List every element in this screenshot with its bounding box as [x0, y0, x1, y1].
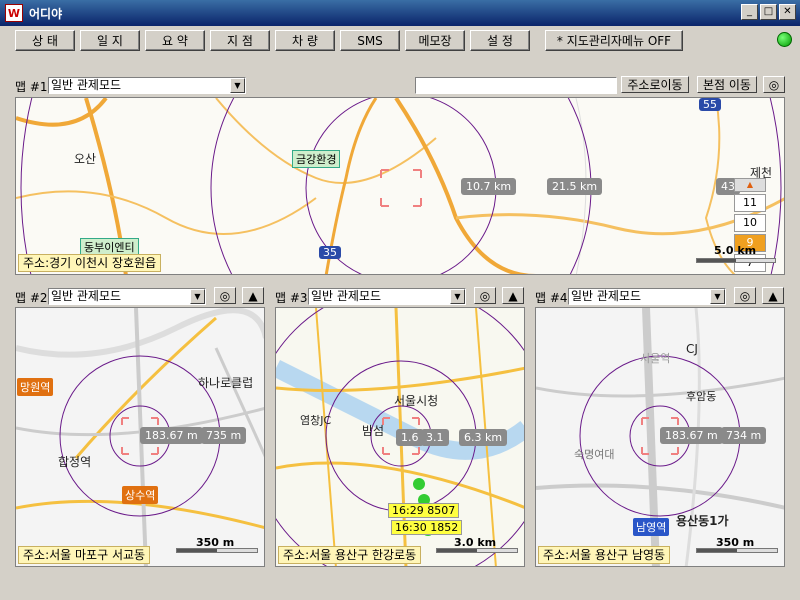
log-button[interactable]: 일 지 — [80, 30, 140, 51]
chevron-down-icon[interactable]: ▼ — [190, 289, 205, 304]
map2-mode-value: 일반 관제모드 — [51, 289, 122, 303]
map4-view[interactable]: CJ 서울역 후암동 숙명여대 남영역 용산동1가 183.67 m 734 m… — [535, 307, 785, 567]
zoom-in-icon[interactable]: ▲ — [734, 178, 766, 192]
map1-label: 맵 #1 — [15, 80, 48, 94]
sms-button[interactable]: SMS — [340, 30, 400, 51]
map3-dist-label-3: 6.3 km — [459, 429, 508, 446]
map4-dist-label-1: 183.67 m — [660, 427, 723, 444]
map2-address: 주소:서울 마포구 서교동 — [18, 546, 151, 564]
map2-dist-label-1: 183.67 m — [140, 427, 203, 444]
map1-scale-text: 5.0 km — [714, 244, 757, 257]
status-bar — [0, 575, 800, 600]
map3-poi-bampo[interactable]: 밤섬 — [362, 422, 384, 439]
connection-status-icon — [777, 32, 792, 47]
triangle-up-icon: ▲ — [768, 288, 778, 303]
target-icon: ◎ — [768, 77, 780, 92]
map3-dist-label-1: 1.6 — [396, 429, 424, 446]
target-icon: ◎ — [739, 288, 751, 303]
map1-poi-gumgang[interactable]: 금강환경 — [292, 150, 341, 168]
map4-mode-select[interactable]: 일반 관제모드 ▼ — [568, 288, 726, 305]
highway-55-shield: 55 — [699, 98, 721, 111]
map4-dist-label-2: 734 m — [721, 427, 767, 444]
map2-toggle-button[interactable]: ▲ — [242, 287, 264, 304]
triangle-up-icon: ▲ — [248, 288, 258, 303]
map1-mode-value: 일반 관제모드 — [51, 78, 122, 92]
map1-address-search-input[interactable] — [415, 77, 617, 94]
map1-address: 주소:경기 이천시 장호원읍 — [18, 254, 162, 272]
map-admin-menu-button[interactable]: * 지도관리자메뉴 OFF — [545, 30, 683, 51]
map3-label: 맵 #3 — [275, 291, 308, 305]
triangle-up-icon: ▲ — [508, 288, 518, 303]
map2-poi-mangwon[interactable]: 망원역 — [17, 378, 54, 396]
map4-toggle-button[interactable]: ▲ — [762, 287, 784, 304]
close-button[interactable]: ✕ — [779, 4, 796, 20]
zoom-level-10[interactable]: 10 — [734, 214, 766, 232]
map1-view[interactable]: 오산 제천 금강환경 동부이엔티 55 35 10.7 km 21.5 km 4… — [15, 97, 785, 275]
memo-button[interactable]: 메모장 — [405, 30, 465, 51]
target-icon: ◎ — [219, 288, 231, 303]
map4-poi-cj[interactable]: CJ — [686, 342, 698, 356]
settings-button[interactable]: 설 정 — [470, 30, 530, 51]
map2-label: 맵 #2 — [15, 291, 48, 305]
vehicle-button[interactable]: 차 량 — [275, 30, 335, 51]
map2-poi-sangsu[interactable]: 상수역 — [122, 486, 159, 504]
map1-dist-label-2: 21.5 km — [547, 178, 603, 195]
move-to-hq-button[interactable]: 본점 이동 — [697, 76, 757, 93]
map1-town-osan: 오산 — [74, 152, 97, 166]
map1-mode-select[interactable]: 일반 관제모드 ▼ — [48, 77, 246, 94]
map2-poi-hapjeong[interactable]: 합정역 — [58, 453, 91, 470]
map4-poi-namyeong[interactable]: 남영역 — [633, 518, 670, 536]
map4-poi-sookmyung[interactable]: 숙명여대 — [574, 446, 614, 462]
map3-view[interactable]: 서울시청 염창JC 밤섬 1.6 3.1 6.3 km 16:29 8507 1… — [275, 307, 525, 567]
map1-target-button[interactable]: ◎ — [763, 76, 785, 93]
chevron-down-icon[interactable]: ▼ — [230, 78, 245, 93]
map4-address: 주소:서울 용산구 남영동 — [538, 546, 671, 564]
map3-poi-cityhall[interactable]: 서울시청 — [394, 392, 438, 409]
map2-poi-hana[interactable]: 하나로클럽 — [198, 374, 253, 391]
map1-scale-bar — [696, 258, 776, 263]
map3-mode-select[interactable]: 일반 관제모드 ▼ — [308, 288, 466, 305]
toolbar: 상 태 일 지 요 약 지 점 차 량 SMS 메모장 설 정 * 지도관리자메… — [0, 27, 800, 59]
map2-mode-select[interactable]: 일반 관제모드 ▼ — [48, 288, 206, 305]
chevron-down-icon[interactable]: ▼ — [710, 289, 725, 304]
map3-mode-value: 일반 관제모드 — [311, 289, 382, 303]
map3-scale-bar — [436, 548, 518, 553]
branch-button[interactable]: 지 점 — [210, 30, 270, 51]
map3-target-button[interactable]: ◎ — [474, 287, 496, 304]
title-bar: W 어디야 _ □ ✕ — [0, 0, 800, 26]
map4-label: 맵 #4 — [535, 291, 568, 305]
map1-dist-label-1: 10.7 km — [461, 178, 517, 195]
map3-toggle-button[interactable]: ▲ — [502, 287, 524, 304]
app-logo-icon: W — [5, 4, 23, 22]
zoom-level-11[interactable]: 11 — [734, 194, 766, 212]
map3-vehicle-2[interactable]: 16:30 1852 — [391, 520, 463, 535]
map4-poi-huam[interactable]: 후암동 — [686, 388, 716, 404]
highway-35-shield: 35 — [319, 246, 341, 259]
map4-mode-value: 일반 관제모드 — [571, 289, 642, 303]
map2-view[interactable]: 망원역 상수역 합정역 하나로클럽 183.67 m 735 m 350 m 주… — [15, 307, 265, 567]
status-button[interactable]: 상 태 — [15, 30, 75, 51]
window-title: 어디야 — [29, 6, 63, 21]
map3-poi-yeomchang[interactable]: 염창JC — [300, 412, 331, 428]
maximize-button[interactable]: □ — [760, 4, 777, 20]
map2-dist-label-2: 735 m — [201, 427, 247, 444]
map2-scale-bar — [176, 548, 258, 553]
map4-poi-seoul[interactable]: 서울역 — [640, 350, 670, 366]
minimize-button[interactable]: _ — [741, 4, 758, 20]
map2-target-button[interactable]: ◎ — [214, 287, 236, 304]
map3-dist-label-2: 3.1 — [421, 429, 449, 446]
summary-button[interactable]: 요 약 — [145, 30, 205, 51]
target-icon: ◎ — [479, 288, 491, 303]
map4-target-button[interactable]: ◎ — [734, 287, 756, 304]
map4-scale-bar — [696, 548, 778, 553]
chevron-down-icon[interactable]: ▼ — [450, 289, 465, 304]
move-to-address-button[interactable]: 주소로이동 — [621, 76, 689, 93]
map3-vehicle-1[interactable]: 16:29 8507 — [388, 503, 460, 518]
map4-poi-yongsan1[interactable]: 용산동1가 — [676, 512, 729, 529]
map3-address: 주소:서울 용산구 한강로동 — [278, 546, 422, 564]
